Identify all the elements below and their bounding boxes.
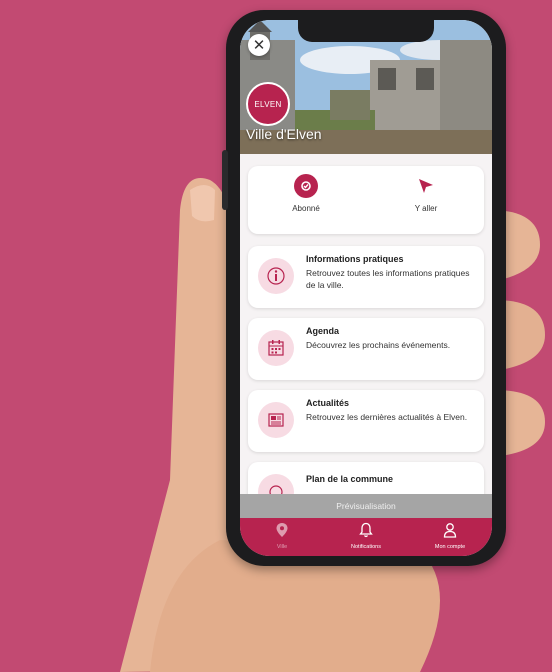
phone-button (222, 150, 228, 210)
go-there-label: Y aller (414, 204, 438, 213)
location-pin-icon (276, 523, 288, 537)
bell-icon (359, 522, 373, 538)
tab-city[interactable]: Ville (240, 522, 324, 550)
card-news[interactable]: Actualités Retrouvez les dernières actua… (248, 390, 484, 452)
subscribed-label: Abonné (292, 204, 320, 213)
card-title: Actualités (306, 398, 350, 408)
phone-notch (298, 20, 434, 42)
tab-label: Notifications (351, 544, 381, 550)
card-description: Retrouvez les dernières actualités à Elv… (306, 412, 468, 422)
action-panel: Abonné Y aller (248, 166, 484, 234)
tab-bar: Ville Notifications Mon compte (240, 518, 492, 556)
tab-account[interactable]: Mon compte (408, 522, 492, 550)
info-icon (258, 258, 294, 294)
go-there-button[interactable]: Y aller (386, 174, 466, 213)
calendar-icon (258, 330, 294, 366)
tab-label: Mon compte (434, 544, 466, 550)
card-title: Plan de la commune (306, 474, 394, 484)
card-agenda[interactable]: Agenda Découvrez les prochains événement… (248, 318, 484, 380)
navigation-arrow-icon (414, 174, 438, 198)
city-name: Ville d'Elven (246, 126, 322, 142)
tab-notifications[interactable]: Notifications (324, 522, 408, 550)
app-screen: ✕ ELVEN Ville d'Elven Abonné Y aller Inf… (240, 20, 492, 556)
card-title: Informations pratiques (306, 254, 404, 264)
subscribed-button[interactable]: Abonné (266, 174, 346, 213)
tab-label: Ville (276, 544, 288, 550)
user-icon (443, 523, 457, 538)
card-practical-info[interactable]: Informations pratiques Retrouvez toutes … (248, 246, 484, 308)
city-logo: ELVEN (246, 82, 290, 126)
card-description: Retrouvez toutes les informations pratiq… (306, 268, 470, 290)
newspaper-icon (258, 402, 294, 438)
close-button[interactable]: ✕ (248, 34, 270, 56)
card-title: Agenda (306, 326, 340, 336)
preview-banner: Prévisualisation (240, 494, 492, 518)
card-description: Découvrez les prochains événements. (306, 340, 451, 350)
subscribed-icon (294, 174, 318, 198)
close-icon: ✕ (252, 37, 266, 54)
